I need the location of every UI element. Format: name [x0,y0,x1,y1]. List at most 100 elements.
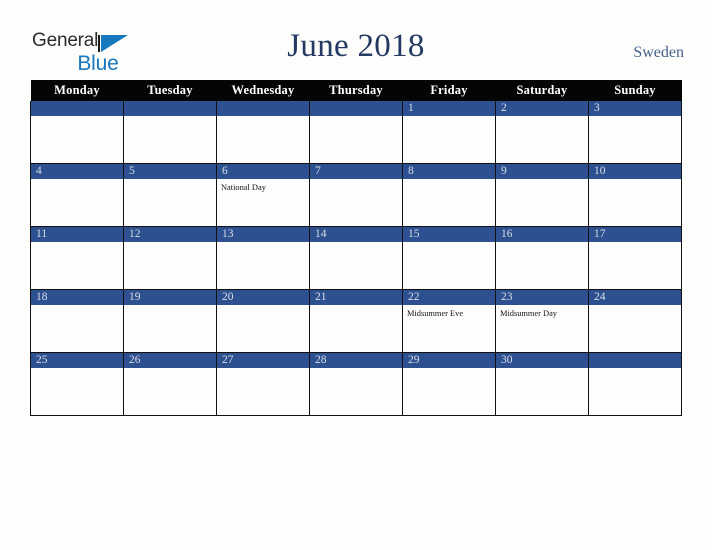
day-cell-inner: 19 [124,290,216,352]
calendar-day-cell[interactable]: 12 [123,226,217,290]
calendar-day-cell[interactable]: 15 [402,226,496,290]
calendar-day-cell[interactable]: 21 [309,289,403,353]
calendar-day-cell[interactable]: 29 [402,352,496,416]
day-cell-inner [217,101,309,163]
day-event-area [31,116,123,119]
day-number: 27 [217,353,309,368]
calendar-day-cell[interactable]: 4 [30,163,124,227]
day-cell-inner: 18 [31,290,123,352]
calendar-day-cell[interactable]: 27 [216,352,310,416]
calendar-day-cell[interactable]: 24 [588,289,682,353]
day-number: 18 [31,290,123,305]
day-number: 20 [217,290,309,305]
day-event-area [31,179,123,182]
calendar-container: Monday Tuesday Wednesday Thursday Friday Satu… [30,80,682,416]
day-cell-inner: 25 [31,353,123,415]
calendar-empty-cell [309,101,403,164]
day-event-area [310,242,402,245]
weekday-header-tuesday: Tuesday [123,80,217,101]
day-event-area [403,179,495,182]
calendar-day-cell[interactable]: 5 [123,163,217,227]
calendar-day-cell[interactable]: 7 [309,163,403,227]
day-cell-inner [589,353,681,415]
calendar-day-cell[interactable]: 30 [495,352,589,416]
day-cell-inner: 24 [589,290,681,352]
day-cell-inner: 28 [310,353,402,415]
calendar-day-cell[interactable]: 11 [30,226,124,290]
calendar-day-cell[interactable]: 3 [588,101,682,164]
day-event-area [496,116,588,119]
weekday-header-row: Monday Tuesday Wednesday Thursday Friday Satu… [30,80,682,101]
day-event-area [589,305,681,308]
calendar-day-cell[interactable]: 18 [30,289,124,353]
calendar-day-cell[interactable]: 25 [30,352,124,416]
day-cell-inner: 26 [124,353,216,415]
calendar-empty-cell [216,101,310,164]
calendar-day-cell[interactable]: 14 [309,226,403,290]
day-number: 5 [124,164,216,179]
day-cell-inner: 23 Midsummer Day [496,290,588,352]
day-event-area [217,368,309,371]
calendar-day-cell[interactable]: 8 [402,163,496,227]
day-event-area: National Day [217,179,309,193]
calendar-day-cell[interactable]: 6 National Day [216,163,310,227]
weekday-header-thursday: Thursday [309,80,403,101]
day-event-area [496,179,588,182]
day-event-area [589,179,681,182]
calendar-day-cell[interactable]: 19 [123,289,217,353]
day-number: 7 [310,164,402,179]
calendar-header-row: Monday Tuesday Wednesday Thursday Friday Satu… [30,80,682,101]
calendar-empty-cell [588,352,682,416]
day-number: 22 [403,290,495,305]
calendar-day-cell[interactable]: 17 [588,226,682,290]
calendar-day-cell[interactable]: 10 [588,163,682,227]
day-cell-inner: 14 [310,227,402,289]
calendar-day-cell[interactable]: 22 Midsummer Eve [402,289,496,353]
day-event-area [403,242,495,245]
day-event-area [124,116,216,119]
day-event-area [589,368,681,371]
calendar-day-cell[interactable]: 9 [495,163,589,227]
day-event-area [31,242,123,245]
day-cell-inner: 20 [217,290,309,352]
day-number: 26 [124,353,216,368]
calendar-body: 1 2 3 4 5 6 National Day 7 8 9 10 11 12 13 14 15 16 17 18 1… [30,101,682,416]
day-cell-inner [124,101,216,163]
calendar-week-row: 25 26 27 28 29 30 [30,352,682,416]
day-number: 25 [31,353,123,368]
day-cell-inner: 3 [589,101,681,163]
region-label: Sweden [633,44,684,61]
day-cell-inner: 11 [31,227,123,289]
day-number: 6 [217,164,309,179]
calendar-day-cell[interactable]: 28 [309,352,403,416]
day-cell-inner: 2 [496,101,588,163]
day-number [217,101,309,116]
day-cell-inner: 27 [217,353,309,415]
day-event-area [496,368,588,371]
day-number: 30 [496,353,588,368]
calendar-day-cell[interactable]: 16 [495,226,589,290]
day-number: 8 [403,164,495,179]
holiday-label: Midsummer Day [500,309,557,318]
day-event-area [589,242,681,245]
day-event-area [310,116,402,119]
day-event-area [310,368,402,371]
day-number: 12 [124,227,216,242]
calendar-empty-cell [123,101,217,164]
page-header: General Blue June 2018 Sweden [0,0,712,80]
calendar-day-cell[interactable]: 23 Midsummer Day [495,289,589,353]
day-event-area [403,116,495,119]
calendar-day-cell[interactable]: 26 [123,352,217,416]
day-event-area [310,179,402,182]
weekday-header-saturday: Saturday [495,80,589,101]
day-cell-inner [310,101,402,163]
calendar-day-cell[interactable]: 1 [402,101,496,164]
day-cell-inner: 30 [496,353,588,415]
day-cell-inner: 13 [217,227,309,289]
calendar-day-cell[interactable]: 13 [216,226,310,290]
day-cell-inner: 4 [31,164,123,226]
day-cell-inner: 5 [124,164,216,226]
calendar-day-cell[interactable]: 2 [495,101,589,164]
holiday-label: Midsummer Eve [407,309,464,318]
calendar-day-cell[interactable]: 20 [216,289,310,353]
